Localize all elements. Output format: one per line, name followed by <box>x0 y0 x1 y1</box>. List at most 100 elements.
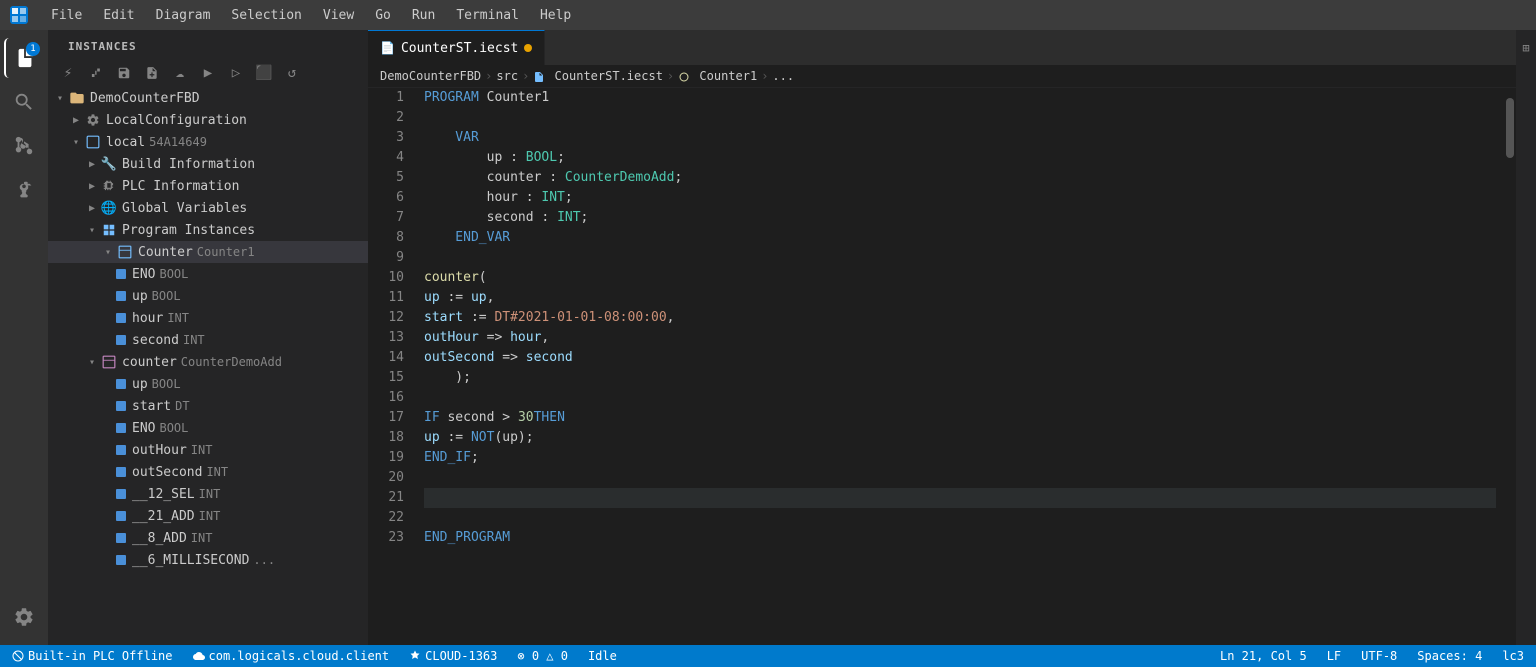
status-eol[interactable]: LF <box>1323 649 1345 663</box>
menu-file[interactable]: File <box>43 6 90 25</box>
breadcrumb-more[interactable]: ... <box>772 69 794 83</box>
status-encoding[interactable]: UTF-8 <box>1357 649 1401 663</box>
buildinfo-label: Build Information <box>122 157 255 172</box>
hour-label: hour <box>132 311 163 326</box>
code-line-23: END_PROGRAM <box>424 528 1496 548</box>
activity-explorer[interactable]: 1 <box>4 38 44 78</box>
line-number-16: 16 <box>380 388 404 408</box>
tree-c21add[interactable]: __21_ADD INT <box>48 505 368 527</box>
breadcrumb-sep-1: › <box>485 69 492 83</box>
tree-buildinfo[interactable]: ▶ 🔧 Build Information <box>48 153 368 175</box>
breadcrumb-file[interactable]: CounterST.iecst <box>533 69 663 83</box>
tree-second[interactable]: second INT <box>48 329 368 351</box>
c8add-type: INT <box>191 531 213 545</box>
line-number-18: 18 <box>380 428 404 448</box>
tree-c6ms[interactable]: __6_MILLISECOND ... <box>48 549 368 571</box>
menu-help[interactable]: Help <box>532 6 579 25</box>
menu-edit[interactable]: Edit <box>95 6 142 25</box>
tree-up[interactable]: up BOOL <box>48 285 368 307</box>
code-line-14: outSecond => second <box>424 348 1496 368</box>
c12sel-label: __12_SEL <box>132 487 195 502</box>
code-editor[interactable]: PROGRAM Counter1 VAR up : BOOL; counter … <box>416 88 1504 645</box>
blocks-icon <box>100 221 118 239</box>
status-plc-offline[interactable]: Built-in PLC Offline <box>8 649 177 663</box>
menu-run[interactable]: Run <box>404 6 443 25</box>
menu-diagram[interactable]: Diagram <box>148 6 219 25</box>
status-errors[interactable]: ⊗ 0 △ 0 <box>513 649 572 663</box>
second-type: INT <box>183 333 205 347</box>
hour-square-icon <box>116 313 126 323</box>
tree-counter[interactable]: ▾ Counter Counter1 <box>48 241 368 263</box>
c12sel-square-icon <box>116 489 126 499</box>
tree-counter2[interactable]: ▾ counter CounterDemoAdd <box>48 351 368 373</box>
breadcrumb-project[interactable]: DemoCounterFBD <box>380 69 481 83</box>
tree-globalvars[interactable]: ▶ 🌐 Global Variables <box>48 197 368 219</box>
activity-debug[interactable] <box>4 170 44 210</box>
menu-go[interactable]: Go <box>367 6 399 25</box>
menu-view[interactable]: View <box>315 6 362 25</box>
right-panel-icon[interactable]: ⊞ <box>1516 38 1536 58</box>
tree-programinst[interactable]: ▾ Program Instances <box>48 219 368 241</box>
cloud-icon[interactable]: ☁ <box>168 61 192 85</box>
tree-c12sel[interactable]: __12_SEL INT <box>48 483 368 505</box>
play-circle-icon[interactable]: ▶ <box>196 61 220 85</box>
code-line-18: up := NOT(up); <box>424 428 1496 448</box>
tab-bar: 📄 CounterST.iecst <box>368 30 1516 65</box>
editor-scrollbar[interactable] <box>1504 88 1516 645</box>
coutsecond-label: outSecond <box>132 465 202 480</box>
line-number-11: 11 <box>380 288 404 308</box>
play-outline-icon[interactable]: ▷ <box>224 61 248 85</box>
code-line-3: VAR <box>424 128 1496 148</box>
tree-cup[interactable]: up BOOL <box>48 373 368 395</box>
tree-ceno[interactable]: ENO BOOL <box>48 417 368 439</box>
line-number-3: 3 <box>380 128 404 148</box>
plug-icon[interactable]: ⚡ <box>56 61 80 85</box>
breadcrumb-counter1[interactable]: Counter1 <box>678 69 757 83</box>
titlebar: File Edit Diagram Selection View Go Run … <box>0 0 1536 30</box>
activity-source-control[interactable] <box>4 126 44 166</box>
globe-icon: 🌐 <box>100 199 118 217</box>
stop-icon[interactable]: ⬛ <box>252 61 276 85</box>
line-number-22: 22 <box>380 508 404 528</box>
activity-bar: 1 <box>0 30 48 645</box>
save-icon[interactable] <box>112 61 136 85</box>
status-position[interactable]: Ln 21, Col 5 <box>1216 649 1311 663</box>
tree-couthour[interactable]: outHour INT <box>48 439 368 461</box>
status-language[interactable]: lc3 <box>1498 649 1528 663</box>
tree-democounterfbd[interactable]: ▾ DemoCounterFBD <box>48 87 368 109</box>
block-icon <box>116 243 134 261</box>
activity-settings[interactable] <box>4 597 44 637</box>
tree-hour[interactable]: hour INT <box>48 307 368 329</box>
line-number-23: 23 <box>380 528 404 548</box>
line-number-13: 13 <box>380 328 404 348</box>
status-idle[interactable]: Idle <box>584 649 621 663</box>
line-number-9: 9 <box>380 248 404 268</box>
new-file-icon[interactable] <box>140 61 164 85</box>
refresh-icon[interactable]: ↺ <box>280 61 304 85</box>
tree-eno[interactable]: ENO BOOL <box>48 263 368 285</box>
menu-terminal[interactable]: Terminal <box>448 6 527 25</box>
line-number-17: 17 <box>380 408 404 428</box>
tree-plcinfo[interactable]: ▶ PLC Information <box>48 175 368 197</box>
tree-localconfig[interactable]: ▶ LocalConfiguration <box>48 109 368 131</box>
status-cloud-id[interactable]: CLOUD-1363 <box>405 649 501 663</box>
ceno-square-icon <box>116 423 126 433</box>
counter-label: Counter <box>138 245 193 260</box>
menu-selection[interactable]: Selection <box>223 6 309 25</box>
code-line-15: ); <box>424 368 1496 388</box>
counter2-secondary: CounterDemoAdd <box>181 355 282 369</box>
tree-local[interactable]: ▾ local 54A14649 <box>48 131 368 153</box>
tree-cstart[interactable]: start DT <box>48 395 368 417</box>
status-cloud-client[interactable]: com.logicals.cloud.client <box>189 649 394 663</box>
breadcrumb-src[interactable]: src <box>496 69 518 83</box>
couthour-square-icon <box>116 445 126 455</box>
tree-c8add[interactable]: __8_ADD INT <box>48 527 368 549</box>
tree-coutsecond[interactable]: outSecond INT <box>48 461 368 483</box>
breadcrumb: DemoCounterFBD › src › CounterST.iecst ›… <box>368 65 1516 88</box>
activity-search[interactable] <box>4 82 44 122</box>
status-spaces[interactable]: Spaces: 4 <box>1413 649 1486 663</box>
branch-icon[interactable]: ⑇ <box>84 61 108 85</box>
tab-counterst[interactable]: 📄 CounterST.iecst <box>368 30 545 65</box>
code-line-5: counter : CounterDemoAdd; <box>424 168 1496 188</box>
c8add-label: __8_ADD <box>132 531 187 546</box>
